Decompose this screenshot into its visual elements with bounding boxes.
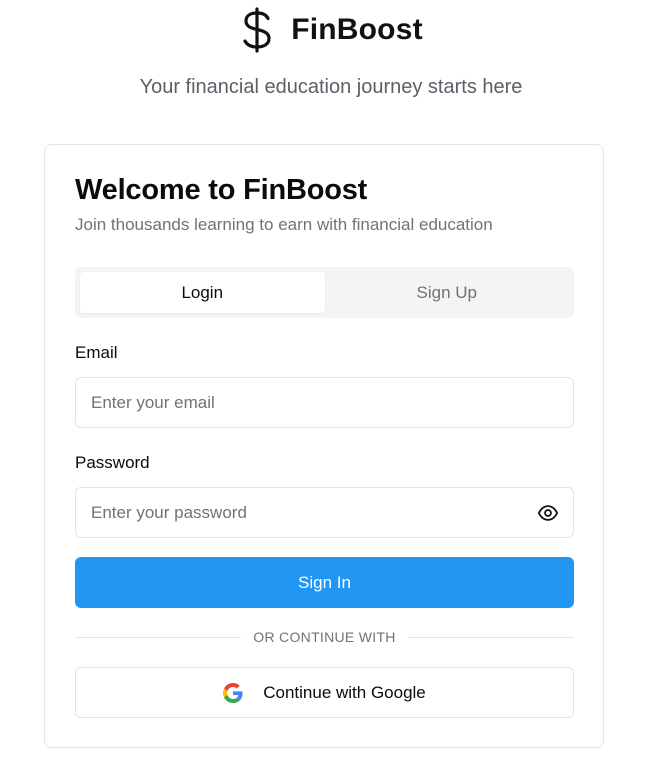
divider-text: OR CONTINUE WITH [253,629,396,645]
eye-icon[interactable] [537,503,559,523]
login-card: Welcome to FinBoost Join thousands learn… [44,144,604,748]
brand-header: FinBoost [0,6,662,54]
sign-in-button[interactable]: Sign In [75,557,574,608]
email-input[interactable] [76,378,573,427]
divider-line-left [75,636,242,638]
card-title: Welcome to FinBoost [75,174,368,206]
password-field-container [75,487,574,538]
tagline: Your financial education journey starts … [139,76,523,98]
google-button-label: Continue with Google [263,682,426,702]
dollar-sign-icon [243,7,271,53]
password-input[interactable] [76,488,573,537]
email-label: Email [75,343,118,362]
brand-name: FinBoost [291,13,423,46]
divider-line-right [407,636,574,638]
divider: OR CONTINUE WITH [75,627,574,647]
google-sign-in-button[interactable]: Continue with Google [75,667,574,718]
google-icon [223,682,243,703]
tab-sign-up[interactable]: Sign Up [325,272,570,313]
auth-tabs: Login Sign Up [75,267,574,318]
email-field-container [75,377,574,428]
tab-login[interactable]: Login [80,272,325,313]
card-subtitle: Join thousands learning to earn with fin… [75,215,493,234]
password-label: Password [75,453,150,472]
